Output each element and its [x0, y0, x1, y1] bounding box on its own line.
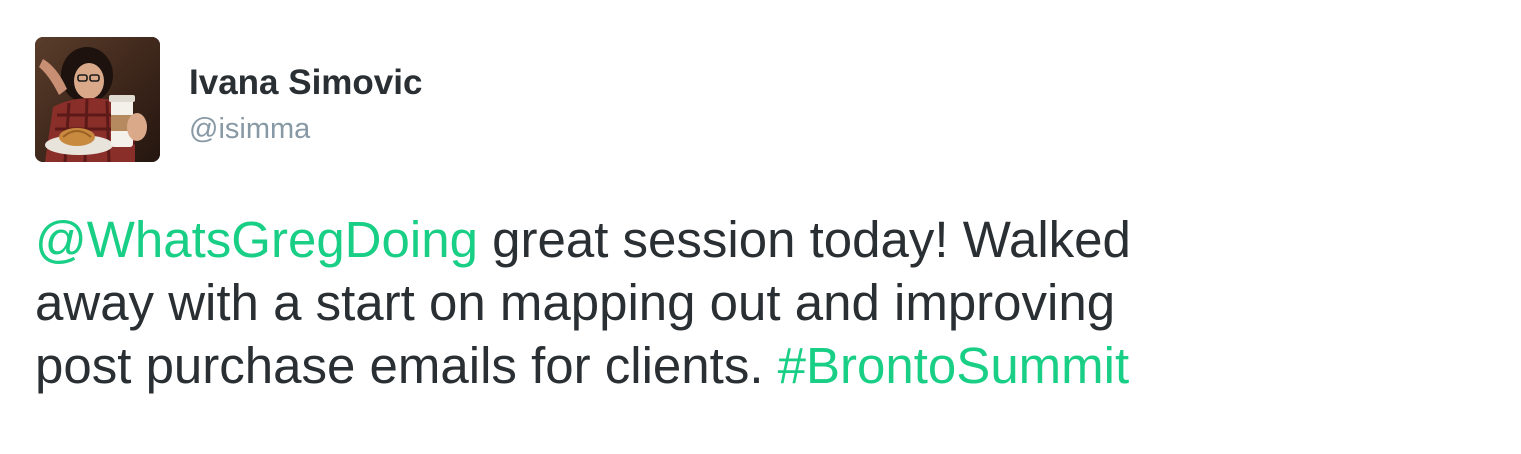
tweet-text: @WhatsGregDoing great session today! Wal…	[35, 208, 1505, 397]
author-name[interactable]: Ivana Simovic	[189, 62, 422, 104]
hashtag-link[interactable]: #BrontoSummit	[778, 337, 1129, 394]
author-handle[interactable]: @isimma	[189, 112, 310, 146]
tweet-text-line: away with a start on mapping out and imp…	[35, 271, 1505, 334]
tweet-text-segment: great session today! Walked	[477, 211, 1131, 268]
mention-link[interactable]: @WhatsGregDoing	[35, 211, 478, 268]
tweet-text-segment: post purchase emails for clients.	[35, 337, 778, 394]
tweet-card: Ivana Simovic @isimma @WhatsGregDoing gr…	[0, 0, 1521, 454]
tweet-text-segment: away with a start on mapping out and imp…	[35, 274, 1116, 331]
tweet-text-line: post purchase emails for clients. #Bront…	[35, 334, 1505, 397]
avatar[interactable]	[35, 37, 160, 162]
profile-photo-icon	[35, 37, 160, 162]
tweet-text-line: @WhatsGregDoing great session today! Wal…	[35, 208, 1505, 271]
